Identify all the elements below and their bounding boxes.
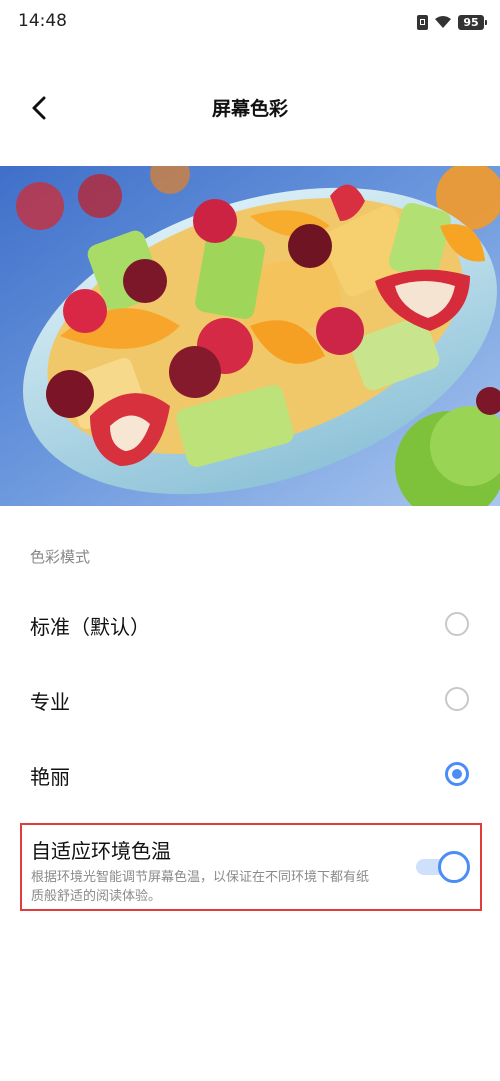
page-title: 屏幕色彩 [211,98,288,120]
wifi-icon [434,15,452,29]
option-vivid[interactable]: 艳丽 [0,737,500,811]
color-preview-image [0,166,500,506]
option-label: 专业 [30,690,70,714]
sim-icon [417,14,428,30]
status-time: 14:48 [18,11,67,31]
option-standard[interactable]: 标准（默认） [0,587,500,661]
battery-icon: 95 [458,14,487,30]
radio-professional[interactable] [445,687,469,711]
option-professional[interactable]: 专业 [0,662,500,736]
status-bar: 14:48 95 [0,0,500,44]
adaptive-description: 根据环境光智能调节屏幕色温，以保证在不同环境下都有纸质般舒适的阅读体验。 [31,870,370,904]
radio-vivid[interactable] [445,762,469,786]
adaptive-title: 自适应环境色温 [31,839,171,863]
adaptive-color-temp-row[interactable]: 自适应环境色温 根据环境光智能调节屏幕色温，以保证在不同环境下都有纸质般舒适的阅… [20,823,482,911]
toggle-knob [438,851,470,883]
adaptive-toggle[interactable] [414,851,470,883]
app-header: 屏幕色彩 [0,80,500,136]
radio-standard[interactable] [445,612,469,636]
section-title-color-mode: 色彩模式 [30,548,91,566]
option-label: 标准（默认） [30,615,150,639]
option-label: 艳丽 [30,765,70,789]
status-icons: 95 [417,12,487,32]
